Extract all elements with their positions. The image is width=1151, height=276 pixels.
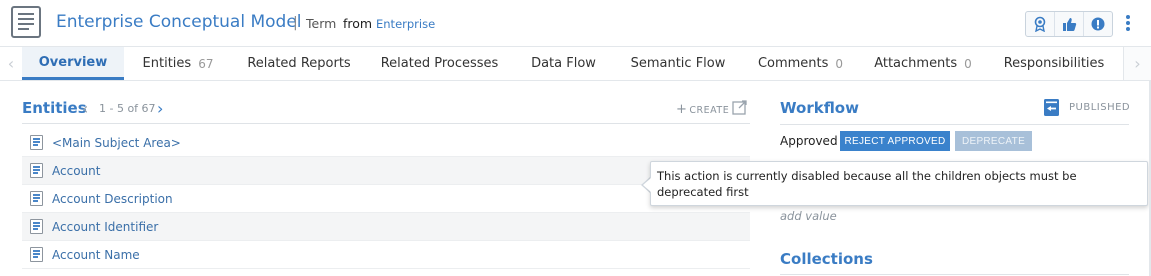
tab-scroll-left-icon[interactable]: ‹ [0, 47, 22, 80]
tab-label: Attachments [874, 56, 958, 71]
tab-label: Related Reports [247, 56, 351, 71]
tab-count: 0 [835, 56, 844, 71]
entity-icon [30, 163, 43, 178]
page-header: Enterprise Conceptual Model | Term from … [0, 0, 1151, 46]
alert-button[interactable] [1084, 12, 1112, 36]
list-item[interactable]: Account Identifier [22, 213, 750, 241]
tab-semantic-flow[interactable]: Semantic Flow [614, 47, 742, 80]
entity-name: Account [52, 163, 101, 178]
entity-icon [30, 191, 43, 206]
tab-scroll-right-icon[interactable]: › [1123, 47, 1151, 80]
entities-title: Entities [22, 99, 87, 117]
from-label: from [343, 16, 373, 31]
entity-name: Account Description [52, 191, 173, 206]
document-icon [11, 6, 41, 38]
tab-label: Responsibilities [1003, 56, 1105, 71]
tab-label: Overview [38, 54, 108, 70]
list-item[interactable]: Account Name [22, 241, 750, 269]
entity-name: Account Identifier [52, 219, 159, 234]
disabled-action-tooltip: This action is currently disabled becaus… [650, 161, 1148, 206]
kebab-menu-icon[interactable] [1125, 15, 1131, 33]
like-button[interactable] [1055, 12, 1084, 36]
published-label: PUBLISHED [1069, 102, 1131, 113]
entity-name: <Main Subject Area> [52, 135, 181, 150]
open-in-new-icon[interactable] [732, 100, 747, 115]
pager-prev-icon[interactable]: ‹ [82, 99, 88, 118]
workflow-status: Approved [780, 134, 838, 148]
tab-label: Semantic Flow [630, 56, 726, 71]
tab-overview[interactable]: Overview [22, 47, 124, 80]
page-title: Enterprise Conceptual Model [56, 12, 302, 32]
alert-icon [1091, 17, 1105, 31]
tab-attachments[interactable]: Attachments 0 [859, 47, 987, 80]
entities-panel-header: Entities ‹ 1 - 5 of 67 › + CREATE [22, 99, 750, 124]
tab-count: 67 [198, 56, 214, 71]
pager-next-icon[interactable]: › [157, 99, 163, 118]
object-type-label: Term [306, 16, 337, 31]
workflow-divider [780, 124, 1129, 125]
reject-approved-button[interactable]: REJECT APPROVED [840, 131, 950, 151]
entity-name: Account Name [52, 247, 140, 262]
tab-comments[interactable]: Comments 0 [742, 47, 859, 80]
tooltip-arrow-fill [643, 178, 651, 192]
deprecate-button[interactable]: DEPRECATE [955, 131, 1032, 151]
tab-label: Entities [142, 56, 192, 71]
tab-count: 0 [964, 56, 972, 71]
plus-icon: + [676, 102, 688, 117]
tab-responsibilities[interactable]: Responsibilities [987, 47, 1121, 80]
published-status-icon [1044, 99, 1059, 116]
collections-divider [780, 274, 1129, 275]
collections-title: Collections [780, 250, 873, 268]
pager-range: 1 - 5 of 67 [99, 102, 156, 115]
tab-related-processes[interactable]: Related Processes [366, 47, 513, 80]
header-action-group [1025, 11, 1113, 37]
tab-label: Data Flow [531, 56, 596, 71]
entity-icon [30, 247, 43, 262]
add-value-link[interactable]: add value [780, 209, 837, 223]
entity-icon [30, 219, 43, 234]
parent-domain-link[interactable]: Enterprise [376, 17, 435, 31]
tab-entities[interactable]: Entities 67 [124, 47, 232, 80]
endorse-button[interactable] [1026, 12, 1055, 36]
entity-icon [30, 135, 43, 150]
create-label: CREATE [689, 105, 730, 116]
thumbs-up-icon [1062, 17, 1076, 31]
endorse-icon [1034, 16, 1046, 32]
entities-list: <Main Subject Area> Account Account Desc… [22, 129, 750, 269]
tab-related-reports[interactable]: Related Reports [232, 47, 366, 80]
title-separator: | [293, 15, 298, 31]
tab-label: Comments [757, 56, 829, 71]
tab-label: Related Processes [380, 56, 499, 71]
tab-bar: ‹ Overview Entities 67 Related Reports Re… [0, 46, 1151, 81]
create-button[interactable]: + CREATE [676, 102, 729, 117]
tab-data-flow[interactable]: Data Flow [513, 47, 614, 80]
workflow-title: Workflow [780, 99, 859, 117]
list-item[interactable]: <Main Subject Area> [22, 129, 750, 157]
